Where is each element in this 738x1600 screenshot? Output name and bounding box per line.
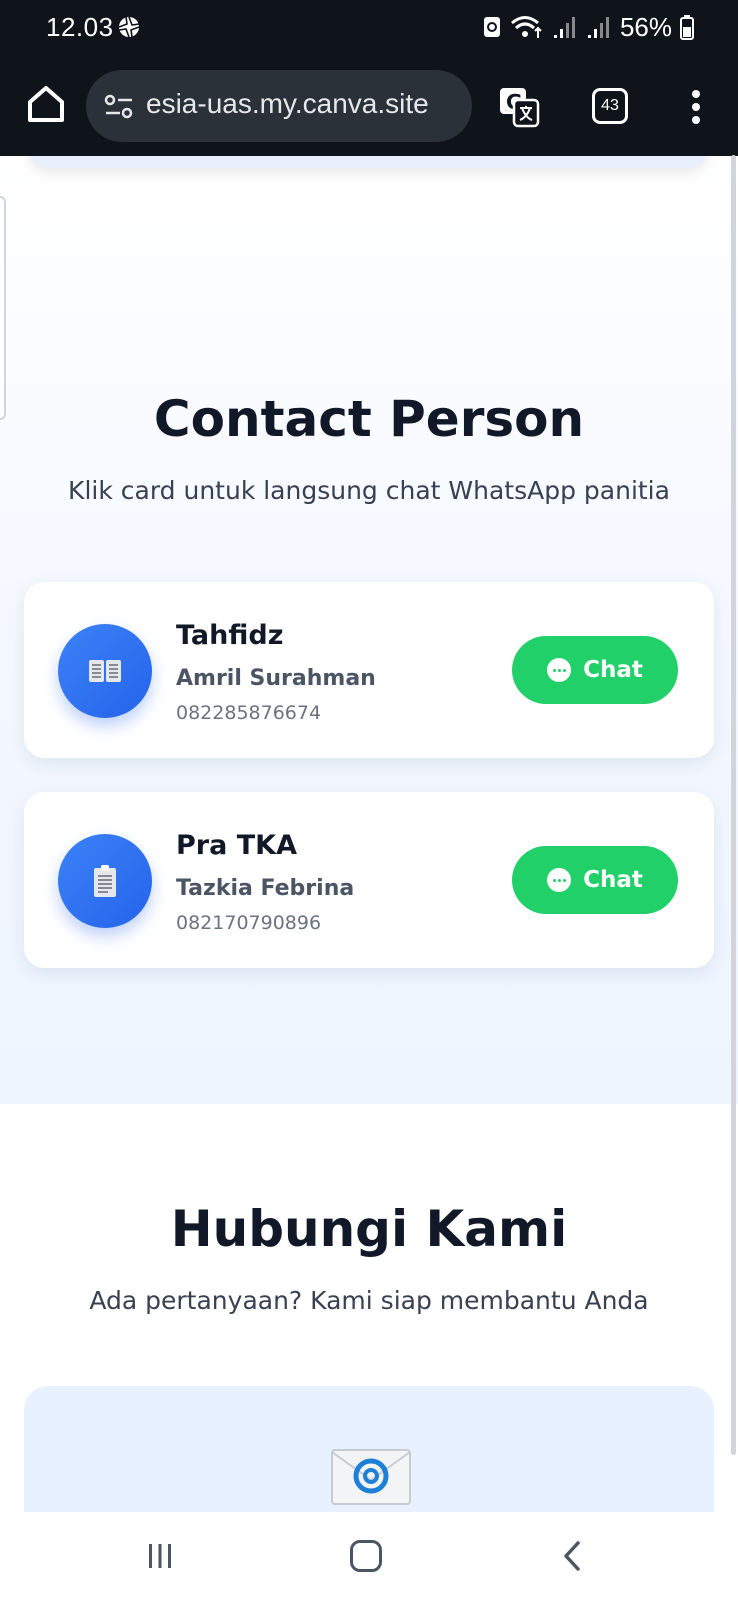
chat-bubble-icon bbox=[547, 868, 572, 892]
battery-icon bbox=[680, 15, 694, 40]
shutter-icon bbox=[118, 16, 140, 38]
status-icons: 56% bbox=[482, 12, 694, 42]
contact-card-tahfidz[interactable]: Tahfidz Amril Surahman 082285876674 Chat bbox=[24, 582, 714, 758]
clipboard-icon bbox=[94, 865, 116, 897]
status-bar: 12.03 56% bbox=[0, 0, 738, 56]
side-panel-edge bbox=[0, 196, 6, 420]
chat-button[interactable]: Chat bbox=[512, 846, 678, 914]
hubungi-kami-subtitle: Ada pertanyaan? Kami siap membantu Anda bbox=[89, 1286, 649, 1315]
status-time: 12.03 bbox=[46, 12, 114, 42]
site-settings-icon[interactable] bbox=[104, 94, 134, 120]
browser-toolbar: esia-uas.my.canva.site G 43 bbox=[0, 56, 738, 156]
recents-icon[interactable] bbox=[146, 1542, 174, 1570]
contact-card-pra-tka[interactable]: Pra TKA Tazkia Febrina 082170790896 Chat bbox=[24, 792, 714, 968]
previous-card-edge bbox=[26, 156, 710, 168]
contact-info-card bbox=[24, 1386, 714, 1512]
recycle-notification-icon bbox=[483, 17, 500, 37]
contact-role: Tahfidz bbox=[176, 620, 284, 651]
open-book-icon bbox=[89, 660, 121, 682]
contact-name: Amril Surahman bbox=[176, 666, 376, 691]
page-scrollbar[interactable] bbox=[731, 155, 736, 1455]
contact-phone: 082285876674 bbox=[176, 702, 322, 724]
url-text: esia-uas.my.canva.site bbox=[146, 88, 429, 119]
home-icon[interactable] bbox=[350, 1540, 382, 1572]
contact-person-title: Contact Person bbox=[153, 390, 585, 448]
battery-percent: 56% bbox=[619, 11, 672, 42]
translate-icon[interactable]: G bbox=[498, 86, 540, 128]
chat-button[interactable]: Chat bbox=[512, 636, 678, 704]
chat-bubble-icon bbox=[547, 658, 572, 682]
more-vert-icon[interactable] bbox=[684, 86, 708, 128]
contact-phone: 082170790896 bbox=[176, 912, 322, 934]
address-bar[interactable]: esia-uas.my.canva.site bbox=[86, 70, 472, 142]
contact-person-section: Contact Person Klik card untuk langsung … bbox=[0, 156, 738, 1104]
chat-button-label: Chat bbox=[583, 867, 643, 893]
contact-avatar bbox=[58, 624, 152, 718]
contact-role: Pra TKA bbox=[176, 830, 297, 861]
tabs-button[interactable]: 43 bbox=[592, 88, 628, 124]
signal-1-icon bbox=[553, 17, 575, 38]
hubungi-kami-title: Hubungi Kami bbox=[170, 1200, 568, 1258]
back-icon[interactable] bbox=[560, 1540, 584, 1572]
chat-button-label: Chat bbox=[583, 657, 643, 683]
home-icon[interactable] bbox=[24, 82, 68, 126]
signal-2-icon bbox=[587, 17, 609, 38]
contact-avatar bbox=[58, 834, 152, 928]
contact-person-subtitle: Klik card untuk langsung chat WhatsApp p… bbox=[68, 476, 670, 505]
wifi-icon bbox=[510, 16, 542, 38]
hubungi-kami-section: Hubungi Kami Ada pertanyaan? Kami siap m… bbox=[0, 1104, 738, 1512]
system-navigation-bar bbox=[0, 1512, 738, 1600]
contact-name: Tazkia Febrina bbox=[176, 876, 355, 901]
email-envelope-icon bbox=[331, 1449, 411, 1505]
page-content: Contact Person Klik card untuk langsung … bbox=[0, 156, 738, 1512]
